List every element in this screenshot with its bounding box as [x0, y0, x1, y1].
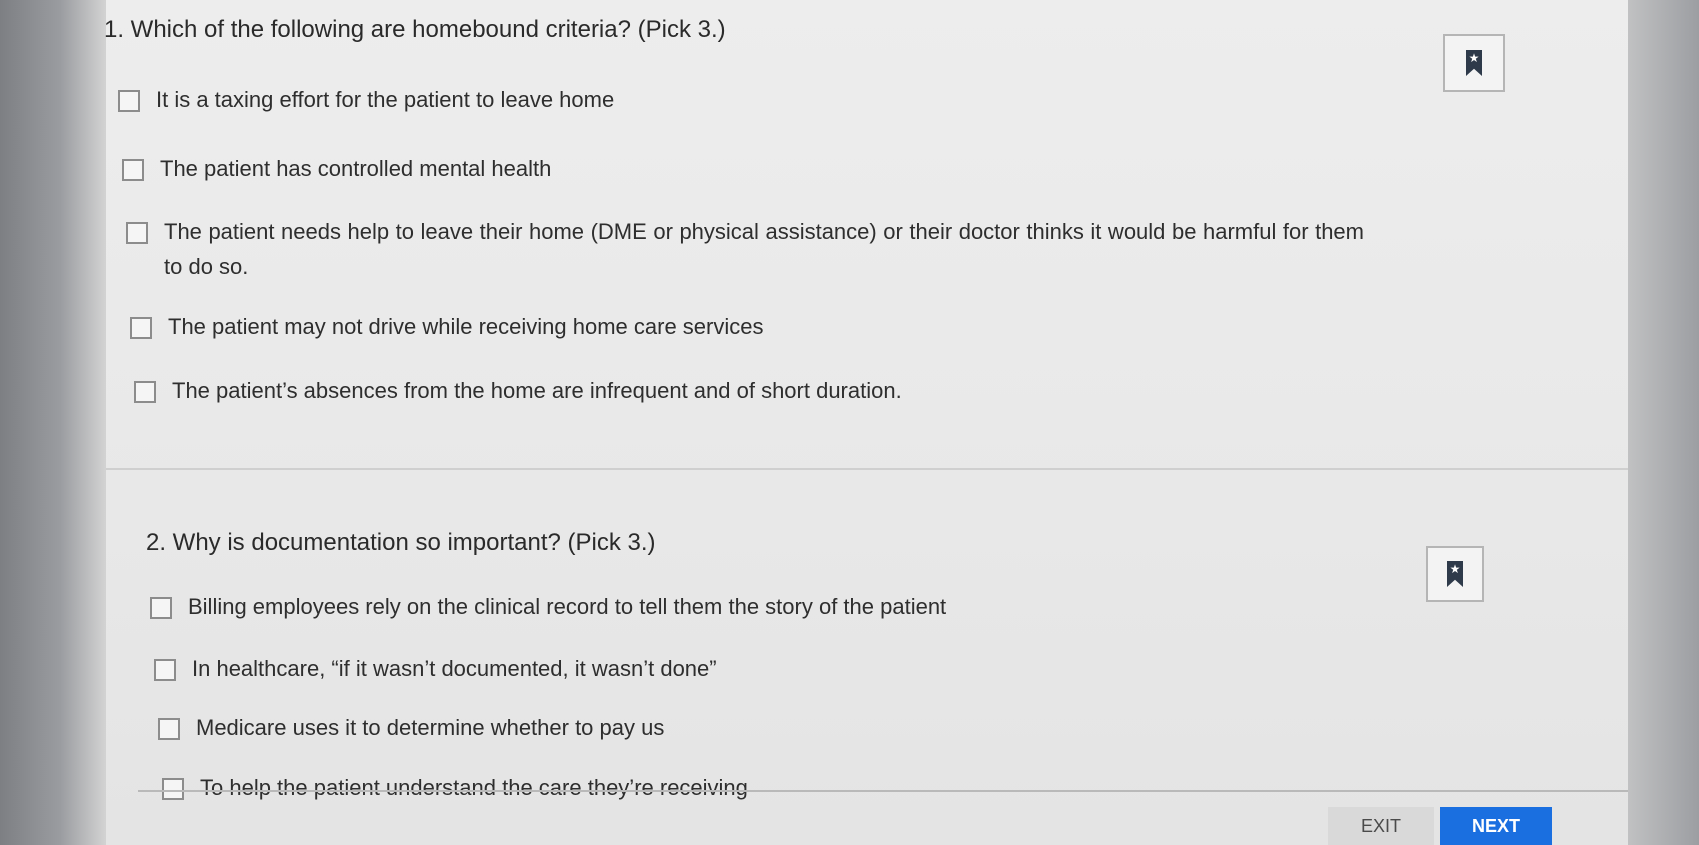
option-label: The patient’s absences from the home are… — [172, 378, 902, 403]
checkbox[interactable] — [150, 597, 172, 619]
question-1-option-3[interactable]: The patient needs help to leave their ho… — [126, 219, 1364, 284]
checkbox[interactable] — [134, 381, 156, 403]
question-2-bookmark-button[interactable]: ★ — [1426, 546, 1484, 602]
question-1-option-5[interactable]: The patient’s absences from the home are… — [134, 378, 902, 408]
checkbox[interactable] — [130, 317, 152, 339]
question-2-option-1[interactable]: Billing employees rely on the clinical r… — [150, 594, 946, 624]
bookmark-star-icon: ★ — [1447, 561, 1463, 587]
checkbox[interactable] — [154, 659, 176, 681]
checkbox[interactable] — [122, 159, 144, 181]
exit-button[interactable]: EXIT — [1328, 807, 1434, 845]
option-label: Medicare uses it to determine whether to… — [196, 715, 665, 740]
question-1-title: 1. Which of the following are homebound … — [104, 16, 726, 43]
checkbox[interactable] — [118, 90, 140, 112]
option-label: The patient needs help to leave their ho… — [164, 219, 1364, 279]
option-label: In healthcare, “if it wasn’t documented,… — [192, 656, 717, 681]
bookmark-star-icon: ★ — [1466, 50, 1482, 76]
option-label: To help the patient understand the care … — [200, 775, 748, 800]
checkbox[interactable] — [158, 718, 180, 740]
question-1: 1. Which of the following are homebound … — [104, 0, 1628, 470]
checkbox[interactable] — [126, 222, 148, 244]
question-2-option-2[interactable]: In healthcare, “if it wasn’t documented,… — [154, 656, 717, 686]
option-label: It is a taxing effort for the patient to… — [156, 87, 615, 112]
question-1-option-2[interactable]: The patient has controlled mental health — [122, 156, 551, 186]
question-1-bookmark-button[interactable]: ★ — [1443, 34, 1505, 92]
next-button[interactable]: NEXT — [1440, 807, 1552, 845]
option-label: Billing employees rely on the clinical r… — [188, 594, 947, 619]
question-1-option-1[interactable]: It is a taxing effort for the patient to… — [118, 87, 614, 117]
checkbox[interactable] — [162, 778, 184, 800]
quiz-page: 1. Which of the following are homebound … — [104, 0, 1628, 845]
question-2-option-3[interactable]: Medicare uses it to determine whether to… — [158, 715, 664, 745]
option-label: The patient has controlled mental health — [160, 156, 552, 181]
option-label: The patient may not drive while receivin… — [168, 314, 764, 339]
footer-divider — [138, 790, 1628, 792]
question-2: 2. Why is documentation so important? (P… — [106, 470, 1628, 800]
question-2-title: 2. Why is documentation so important? (P… — [146, 529, 656, 556]
question-1-option-4[interactable]: The patient may not drive while receivin… — [130, 314, 764, 344]
